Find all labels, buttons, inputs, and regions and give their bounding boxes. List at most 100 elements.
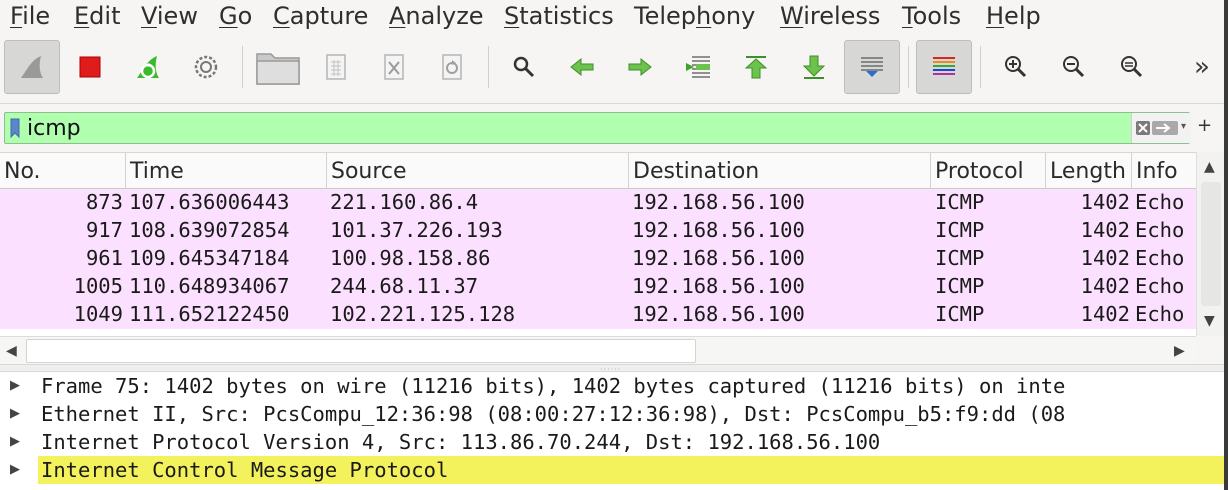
menu-edit[interactable]: Edit <box>74 1 120 31</box>
cell-time: 111.652122450 <box>129 302 290 326</box>
go-to-packet-button[interactable] <box>670 40 726 94</box>
cell-no: 961 <box>85 246 123 270</box>
save-file-button[interactable] <box>308 40 364 94</box>
tree-item[interactable]: ▶ Ethernet II, Src: PcsCompu_12:36:98 (0… <box>0 400 1228 428</box>
vertical-scroll-thumb[interactable] <box>1201 182 1221 306</box>
column-header-info[interactable]: Info <box>1132 153 1196 190</box>
scroll-right-arrow-icon[interactable]: ▶ <box>1174 344 1185 358</box>
expand-arrow-icon[interactable]: ▶ <box>10 378 20 394</box>
cell-length: 1402 <box>1080 246 1130 270</box>
add-filter-button[interactable]: + <box>1197 116 1212 136</box>
expand-arrow-icon[interactable]: ▶ <box>10 434 20 450</box>
open-file-button[interactable] <box>250 40 306 94</box>
filter-history-dropdown-icon[interactable]: ▾ <box>1181 121 1186 132</box>
save-file-icon <box>326 54 346 80</box>
auto-scroll-button[interactable] <box>844 40 900 94</box>
start-capture-button[interactable] <box>4 40 60 94</box>
menu-bar: File Edit View Go Capture Analyze Statis… <box>0 0 1228 32</box>
menu-view[interactable]: View <box>141 1 198 31</box>
packet-list-header: No. Time Source Destination Protocol Len… <box>0 152 1196 190</box>
menu-telephony[interactable]: Telephony <box>634 1 755 31</box>
reload-file-button[interactable] <box>424 40 480 94</box>
display-filter-bar: ▾ + <box>0 104 1228 152</box>
column-header-no[interactable]: No. <box>0 153 126 190</box>
zoom-in-icon <box>1005 56 1027 78</box>
column-header-time[interactable]: Time <box>126 153 327 190</box>
tree-item-label: Frame 75: 1402 bytes on wire (11216 bits… <box>41 374 1066 398</box>
cell-no: 917 <box>85 218 123 242</box>
tree-item-label: Internet Control Message Protocol <box>38 456 1228 484</box>
stop-capture-button[interactable] <box>62 40 118 94</box>
cell-length: 1402 <box>1080 302 1130 326</box>
scroll-down-arrow-icon[interactable]: ▼ <box>1204 314 1215 328</box>
packet-list-vertical-scrollbar[interactable]: ▲ ▼ <box>1196 152 1224 336</box>
colorize-button[interactable] <box>916 40 972 94</box>
packet-list-horizontal-scrollbar[interactable]: ◀ ▶ <box>0 336 1196 364</box>
menu-analyze[interactable]: Analyze <box>389 1 484 31</box>
capture-options-button[interactable] <box>178 40 234 94</box>
tree-item-selected[interactable]: ▶ Internet Control Message Protocol <box>0 456 1228 484</box>
go-back-button[interactable] <box>554 40 610 94</box>
menu-file[interactable]: File <box>10 1 50 31</box>
display-filter-box: ▾ <box>4 112 1191 144</box>
menu-capture[interactable]: Capture <box>273 1 368 31</box>
clear-filter-icon[interactable] <box>1136 121 1150 135</box>
last-packet-button[interactable] <box>786 40 842 94</box>
expand-arrow-icon[interactable]: ▶ <box>10 406 20 422</box>
scroll-up-arrow-icon[interactable]: ▲ <box>1204 160 1215 174</box>
cell-no: 873 <box>85 190 123 214</box>
filter-bookmark-icon[interactable] <box>8 118 22 138</box>
cell-info: Echo <box>1135 218 1185 242</box>
main-toolbar: » <box>0 32 1228 104</box>
expand-arrow-icon[interactable]: ▶ <box>10 462 20 478</box>
toolbar-overflow-button[interactable]: » <box>1194 52 1210 82</box>
scroll-left-arrow-icon[interactable]: ◀ <box>6 344 17 358</box>
tree-item[interactable]: ▶ Frame 75: 1402 bytes on wire (11216 bi… <box>0 372 1228 400</box>
toolbar-separator <box>242 46 243 88</box>
display-filter-input[interactable] <box>25 113 1133 143</box>
zoom-in-button[interactable] <box>988 40 1044 94</box>
column-header-destination[interactable]: Destination <box>629 153 931 190</box>
cell-protocol: ICMP <box>935 274 985 298</box>
toolbar-separator <box>980 46 981 88</box>
apply-filter-arrow-icon[interactable] <box>1152 121 1178 135</box>
menu-help[interactable]: Help <box>986 1 1041 31</box>
zoom-out-button[interactable] <box>1046 40 1102 94</box>
column-header-protocol[interactable]: Protocol <box>931 153 1046 190</box>
menu-wireless[interactable]: Wireless <box>780 1 880 31</box>
close-file-button[interactable] <box>366 40 422 94</box>
column-header-length[interactable]: Length <box>1046 153 1132 190</box>
cell-destination: 192.168.56.100 <box>632 246 805 270</box>
table-row[interactable]: 961 109.645347184 100.98.158.86 192.168.… <box>0 245 1196 273</box>
cell-source: 244.68.11.37 <box>330 274 479 298</box>
cell-source: 101.37.226.193 <box>330 218 503 242</box>
restart-capture-button[interactable] <box>120 40 176 94</box>
go-back-arrow-icon <box>570 57 594 77</box>
pane-splitter[interactable]: ······ <box>0 364 1228 374</box>
packet-details: ▶ Frame 75: 1402 bytes on wire (11216 bi… <box>0 372 1228 490</box>
close-file-icon <box>384 54 404 80</box>
window-edge <box>1224 0 1228 490</box>
find-packet-button[interactable] <box>496 40 552 94</box>
cell-no: 1005 <box>73 274 123 298</box>
menu-tools[interactable]: Tools <box>902 1 961 31</box>
tree-item[interactable]: ▶ Internet Protocol Version 4, Src: 113.… <box>0 428 1228 456</box>
cell-source: 102.221.125.128 <box>330 302 516 326</box>
menu-statistics[interactable]: Statistics <box>504 1 614 31</box>
table-row[interactable]: 917 108.639072854 101.37.226.193 192.168… <box>0 217 1196 245</box>
zoom-normal-button[interactable] <box>1104 40 1160 94</box>
horizontal-scroll-thumb[interactable] <box>26 339 696 363</box>
go-forward-button[interactable] <box>612 40 668 94</box>
cell-no: 1049 <box>73 302 123 326</box>
shark-fin-start-icon <box>21 56 43 78</box>
table-row[interactable]: 873 107.636006443 221.160.86.4 192.168.5… <box>0 189 1196 217</box>
go-to-packet-icon <box>686 56 710 78</box>
table-row[interactable]: 1049 111.652122450 102.221.125.128 192.1… <box>0 301 1196 329</box>
menu-go[interactable]: Go <box>219 1 252 31</box>
first-packet-button[interactable] <box>728 40 784 94</box>
toolbar-separator <box>908 46 909 88</box>
cell-info: Echo <box>1135 190 1185 214</box>
cell-source: 100.98.158.86 <box>330 246 491 270</box>
table-row[interactable]: 1005 110.648934067 244.68.11.37 192.168.… <box>0 273 1196 301</box>
column-header-source[interactable]: Source <box>327 153 629 190</box>
